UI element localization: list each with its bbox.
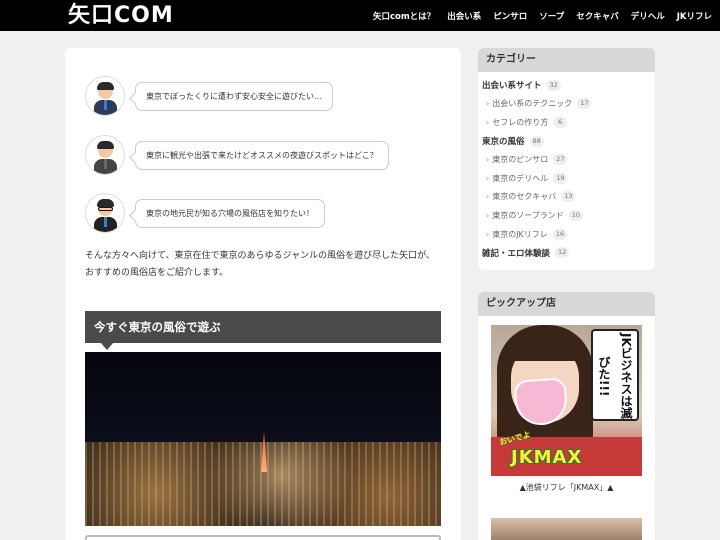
category-item[interactable]: › 東京のセクキャバ 13 — [482, 188, 651, 207]
count-badge: 88 — [529, 135, 544, 147]
count-badge: 19 — [553, 172, 568, 184]
category-item[interactable]: › 東京のソープランド 10 — [482, 206, 651, 225]
nav-item-soap[interactable]: ソープ — [539, 10, 564, 22]
chevron-right-icon: › — [486, 192, 490, 202]
count-badge: 16 — [552, 228, 568, 240]
nav-item-deaikei[interactable]: 出会い系 — [447, 10, 481, 22]
speech-row-3: 東京の地元民が知る穴場の風俗店を知りたい！ — [85, 193, 325, 233]
main-content: 東京でぼったくりに遭わず安心安全に遊びたい… 東京に観光や出張で来たけどオススメ… — [65, 48, 461, 540]
category-item[interactable]: › 東京のピンサロ 27 — [482, 150, 651, 169]
count-badge: 17 — [577, 98, 592, 110]
chevron-right-icon: › — [486, 99, 490, 109]
avatar-businessman — [85, 76, 125, 116]
banner-logo: JKMAX — [511, 447, 583, 468]
nav-item-sekkyaba[interactable]: セクキャバ — [576, 10, 619, 22]
nav-item-about[interactable]: 矢口comとは？ — [373, 10, 435, 22]
speech-bubble: 東京に観光や出張で来たけどオススメの夜遊びスポットはどこ？ — [135, 140, 389, 170]
speech-bubble: 東京でぼったくりに遭わず安心安全に遊びたい… — [135, 81, 333, 111]
pickup-widget: ピックアップ店 JKビジネスは滅びた!!! おいでよ JKMAX ▲池袋リフレ「… — [478, 292, 655, 540]
chevron-right-icon: › — [486, 173, 490, 183]
tokyo-night-image — [85, 352, 441, 526]
chevron-right-icon: › — [486, 229, 490, 239]
pickup-title: ピックアップ店 — [478, 292, 655, 316]
site-logo[interactable]: 矢口COM — [68, 3, 174, 29]
nav-item-pinsaro[interactable]: ピンサロ — [493, 10, 527, 22]
category-widget: カテゴリー 出会い系サイト 32 › 出会い系のテクニック 17 › セフレの作… — [478, 48, 655, 270]
avatar-traveler — [85, 135, 125, 175]
count-badge: 12 — [555, 247, 570, 259]
intro-text: そんな方々へ向けて、東京在住で東京のあらゆるジャンルの風俗を遊び尽した矢口が、お… — [85, 251, 435, 278]
chevron-right-icon: › — [486, 210, 490, 220]
count-badge: 10 — [568, 209, 584, 221]
pickup-banner-image-2[interactable] — [491, 518, 642, 540]
speech-row-1: 東京でぼったくりに遭わず安心安全に遊びたい… — [85, 76, 333, 116]
category-item[interactable]: › セフレの作り方 6 — [482, 113, 651, 132]
category-item[interactable]: 雑記・エロ体験談 12 — [482, 243, 651, 262]
next-card[interactable] — [85, 535, 441, 540]
count-badge: 27 — [553, 154, 568, 166]
category-item[interactable]: 出会い系サイト 32 — [482, 76, 651, 95]
section-heading: 今すぐ東京の風俗で遊ぶ — [85, 311, 441, 350]
count-badge: 6 — [553, 116, 568, 128]
nav-item-deriheru[interactable]: デリヘル — [631, 10, 665, 22]
site-header: 矢口COM 矢口comとは？ 出会い系 ピンサロ ソープ セクキャバ デリヘル … — [0, 0, 720, 31]
chevron-right-icon: › — [486, 117, 490, 127]
banner-sign-text: JKビジネスは滅びた!!! — [591, 329, 639, 421]
pickup-caption-link[interactable]: ▲池袋リフレ「JKMAX」▲ — [478, 482, 655, 493]
category-item[interactable]: › 出会い系のテクニック 17 — [482, 95, 651, 114]
chevron-right-icon: › — [486, 155, 490, 165]
speech-row-2: 東京に観光や出張で来たけどオススメの夜遊びスポットはどこ？ — [85, 135, 389, 175]
global-nav: 矢口comとは？ 出会い系 ピンサロ ソープ セクキャバ デリヘル JKリフレ — [361, 0, 712, 31]
category-title: カテゴリー — [478, 48, 655, 72]
speech-bubble: 東京の地元民が知る穴場の風俗店を知りたい！ — [135, 198, 325, 228]
category-list: 出会い系サイト 32 › 出会い系のテクニック 17 › セフレの作り方 6 東… — [478, 72, 655, 262]
avatar-local — [85, 193, 125, 233]
nav-item-jkrifure[interactable]: JKリフレ — [677, 10, 712, 22]
category-item[interactable]: › 東京のデリヘル 19 — [482, 169, 651, 188]
pickup-banner-image[interactable]: JKビジネスは滅びた!!! おいでよ JKMAX — [491, 325, 642, 476]
category-item[interactable]: 東京の風俗 88 — [482, 132, 651, 151]
count-badge: 32 — [546, 79, 561, 91]
count-badge: 13 — [561, 191, 576, 203]
category-item[interactable]: › 東京のJKリフレ 16 — [482, 225, 651, 244]
